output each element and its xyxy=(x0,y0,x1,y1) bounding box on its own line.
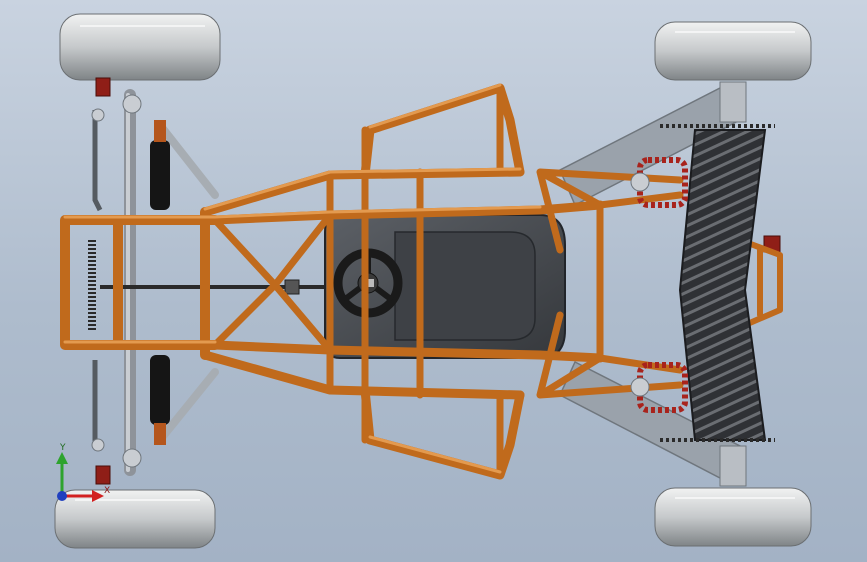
rear-right-tire xyxy=(654,487,812,547)
rear-left-tire xyxy=(654,21,812,81)
triad-y-label: Y xyxy=(59,443,66,453)
triad-x-label: X xyxy=(104,486,110,496)
front-left-tire xyxy=(59,13,221,81)
cad-viewport[interactable]: Y X xyxy=(0,0,867,562)
cad-model-drawing[interactable]: Y X xyxy=(0,0,867,562)
front-right-tire xyxy=(54,489,216,549)
